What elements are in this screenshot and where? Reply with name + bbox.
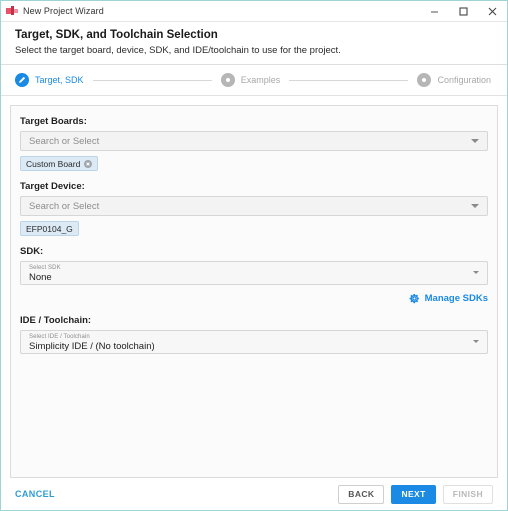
wizard-content-panel: Target Boards: Search or Select Custom B… bbox=[10, 105, 498, 478]
page-title: Target, SDK, and Toolchain Selection bbox=[15, 29, 218, 41]
back-button[interactable]: BACK bbox=[338, 484, 385, 504]
target-boards-chips: Custom Board bbox=[20, 156, 488, 171]
sdk-select[interactable]: Select SDK None bbox=[20, 261, 488, 285]
chip-label: Custom Board bbox=[26, 158, 81, 169]
sdk-value: None bbox=[29, 272, 52, 283]
chip-efp0104-g[interactable]: EFP0104_G bbox=[20, 221, 79, 236]
manage-sdks-label: Manage SDKs bbox=[424, 293, 488, 304]
ide-toolchain-mini-label: Select IDE / Toolchain bbox=[29, 334, 90, 340]
wizard-header: Target, SDK, and Toolchain Selection Sel… bbox=[1, 22, 507, 65]
window-controls bbox=[420, 1, 507, 22]
chevron-down-icon[interactable] bbox=[473, 340, 479, 343]
sdk-mini-label: Select SDK bbox=[29, 265, 61, 271]
window-title: New Project Wizard bbox=[23, 6, 104, 16]
next-button[interactable]: NEXT bbox=[391, 484, 436, 504]
simplicity-studio-icon bbox=[6, 5, 18, 17]
sdk-section: SDK: Select SDK None bbox=[20, 246, 488, 285]
chevron-down-icon[interactable] bbox=[471, 204, 479, 208]
step-label-examples: Examples bbox=[240, 75, 281, 85]
new-project-wizard-window: New Project Wizard Target, SDK, and Tool… bbox=[0, 0, 508, 511]
ide-toolchain-label: IDE / Toolchain: bbox=[20, 315, 92, 326]
maximize-icon[interactable] bbox=[449, 1, 478, 22]
target-boards-search-input[interactable]: Search or Select bbox=[20, 131, 488, 151]
target-device-label: Target Device: bbox=[20, 181, 85, 192]
close-icon[interactable] bbox=[478, 1, 507, 22]
cancel-button[interactable]: CANCEL bbox=[15, 489, 55, 499]
gear-icon bbox=[409, 293, 419, 304]
target-boards-label: Target Boards: bbox=[20, 116, 87, 127]
chevron-down-icon[interactable] bbox=[471, 139, 479, 143]
dot-icon bbox=[417, 73, 432, 87]
chevron-down-icon[interactable] bbox=[473, 271, 479, 274]
chip-remove-icon[interactable] bbox=[84, 159, 93, 168]
footer-buttons: BACK NEXT FINISH bbox=[338, 484, 493, 504]
step-configuration[interactable]: Configuration bbox=[417, 73, 491, 87]
title-bar: New Project Wizard bbox=[1, 1, 507, 22]
target-device-chips: EFP0104_G bbox=[20, 221, 488, 236]
target-boards-section: Target Boards: Search or Select Custom B… bbox=[20, 116, 488, 171]
wizard-footer: CANCEL BACK NEXT FINISH bbox=[1, 478, 507, 510]
ide-toolchain-section: IDE / Toolchain: Select IDE / Toolchain … bbox=[20, 315, 488, 354]
stepper-connector-2 bbox=[289, 79, 409, 81]
chip-custom-board[interactable]: Custom Board bbox=[20, 156, 99, 171]
dot-icon bbox=[220, 73, 235, 87]
manage-sdks-button[interactable]: Manage SDKs bbox=[409, 293, 488, 304]
ide-toolchain-select[interactable]: Select IDE / Toolchain Simplicity IDE / … bbox=[20, 330, 488, 354]
pencil-icon bbox=[15, 73, 29, 87]
manage-sdks-row: Manage SDKs bbox=[20, 293, 488, 304]
wizard-stepper: Target, SDK Examples Configuration bbox=[1, 65, 507, 96]
page-subtitle: Select the target board, device, SDK, an… bbox=[15, 45, 341, 56]
minimize-icon[interactable] bbox=[420, 1, 449, 22]
stepper-connector-1 bbox=[92, 79, 212, 81]
step-examples[interactable]: Examples bbox=[220, 73, 281, 87]
sdk-label: SDK: bbox=[20, 246, 44, 257]
target-device-section: Target Device: Search or Select EFP0104_… bbox=[20, 181, 488, 236]
step-label-configuration: Configuration bbox=[437, 75, 491, 85]
chip-label: EFP0104_G bbox=[26, 223, 73, 234]
step-label-target-sdk: Target, SDK bbox=[35, 75, 84, 85]
step-target-sdk[interactable]: Target, SDK bbox=[15, 73, 84, 87]
target-device-search-input[interactable]: Search or Select bbox=[20, 196, 488, 216]
target-boards-placeholder: Search or Select bbox=[29, 135, 100, 147]
ide-toolchain-value: Simplicity IDE / (No toolchain) bbox=[29, 341, 155, 352]
finish-button: FINISH bbox=[442, 484, 493, 504]
target-device-placeholder: Search or Select bbox=[29, 200, 100, 212]
